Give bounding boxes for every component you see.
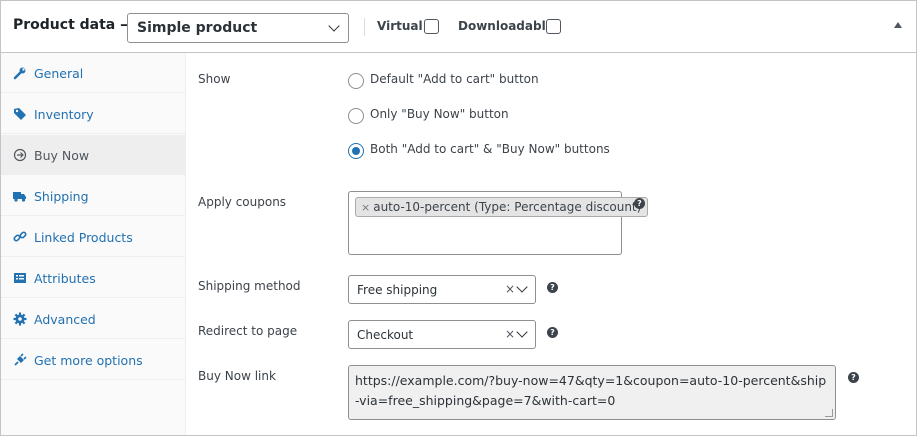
tab-label: Advanced bbox=[34, 312, 96, 327]
virtual-label: Virtual: bbox=[377, 19, 428, 33]
help-icon[interactable]: ? bbox=[547, 327, 558, 338]
product-data-panel: Product data — Simple product Virtual: D… bbox=[0, 0, 917, 436]
coupon-tag-text: auto-10-percent (Type: Percentage discou… bbox=[373, 200, 642, 214]
tab-general[interactable]: General bbox=[1, 53, 185, 93]
chevron-down-icon bbox=[516, 326, 528, 338]
clear-selection-icon[interactable]: × bbox=[505, 282, 515, 296]
header-divider bbox=[364, 18, 365, 36]
tab-attributes[interactable]: Attributes bbox=[1, 258, 185, 298]
tab-label: Attributes bbox=[34, 271, 96, 286]
remove-tag-icon[interactable]: × bbox=[361, 201, 370, 214]
downloadable-checkbox[interactable] bbox=[546, 19, 561, 34]
help-icon[interactable]: ? bbox=[547, 282, 558, 293]
shipping-method-label: Shipping method bbox=[198, 279, 301, 293]
gear-icon bbox=[13, 312, 27, 326]
show-option-default-radio[interactable] bbox=[348, 73, 364, 89]
tab-inventory[interactable]: Inventory bbox=[1, 94, 185, 134]
tab-label: General bbox=[34, 66, 84, 81]
coupon-tag: × auto-10-percent (Type: Percentage disco… bbox=[355, 197, 649, 217]
chevron-down-icon bbox=[328, 20, 340, 32]
tab-label: Linked Products bbox=[34, 230, 133, 245]
buy-now-link-textarea[interactable]: https://example.com/?buy-now=47&qty=1&co… bbox=[348, 365, 836, 420]
product-type-value: Simple product bbox=[137, 20, 258, 36]
show-option-buy-now-radio[interactable] bbox=[348, 108, 364, 124]
buy-now-link-label: Buy Now link bbox=[198, 369, 276, 383]
tab-label: Buy Now bbox=[34, 148, 90, 163]
truck-icon bbox=[13, 189, 27, 203]
tab-get-more-options[interactable]: Get more options bbox=[1, 340, 185, 380]
wrench-icon bbox=[13, 66, 27, 80]
tab-shipping[interactable]: Shipping bbox=[1, 176, 185, 216]
clear-selection-icon[interactable]: × bbox=[505, 327, 515, 341]
help-icon[interactable]: ? bbox=[634, 198, 645, 209]
chevron-down-icon bbox=[516, 281, 528, 293]
plugin-icon bbox=[13, 353, 27, 367]
product-data-header: Product data — Simple product Virtual: D… bbox=[1, 1, 916, 53]
show-option-both-label[interactable]: Both "Add to cart" & "Buy Now" buttons bbox=[370, 142, 610, 156]
shipping-method-value: Free shipping bbox=[357, 283, 438, 297]
tab-buy-now[interactable]: Buy Now bbox=[1, 135, 185, 175]
redirect-page-value: Checkout bbox=[357, 328, 414, 342]
panel-title: Product data — bbox=[13, 17, 135, 33]
collapse-toggle-icon[interactable] bbox=[894, 22, 902, 28]
shipping-method-select[interactable]: Free shipping × bbox=[348, 275, 536, 304]
virtual-checkbox[interactable] bbox=[424, 19, 439, 34]
show-option-default-label[interactable]: Default "Add to cart" button bbox=[370, 72, 539, 86]
tab-label: Get more options bbox=[34, 353, 143, 368]
buy-now-link-value: https://example.com/?buy-now=47&qty=1&co… bbox=[355, 373, 827, 408]
list-icon bbox=[13, 271, 27, 285]
redirect-page-select[interactable]: Checkout × bbox=[348, 320, 536, 349]
show-option-both-radio[interactable] bbox=[348, 143, 364, 159]
coupons-multiselect[interactable]: × auto-10-percent (Type: Percentage disco… bbox=[348, 191, 649, 255]
link-icon bbox=[13, 230, 27, 244]
product-type-select[interactable]: Simple product bbox=[127, 13, 349, 43]
resize-handle-icon[interactable] bbox=[825, 409, 833, 417]
tab-label: Shipping bbox=[34, 189, 89, 204]
show-label: Show bbox=[198, 72, 231, 86]
apply-coupons-label: Apply coupons bbox=[198, 195, 287, 209]
redirect-to-page-label: Redirect to page bbox=[198, 324, 298, 338]
tab-label: Inventory bbox=[34, 107, 94, 122]
help-icon[interactable]: ? bbox=[848, 372, 859, 383]
arrow-circle-icon bbox=[13, 148, 27, 162]
product-data-tabs: General Inventory Buy Now Shipping Linke… bbox=[1, 53, 186, 435]
show-option-buy-now-label[interactable]: Only "Buy Now" button bbox=[370, 107, 509, 121]
tab-linked-products[interactable]: Linked Products bbox=[1, 217, 185, 257]
downloadable-label: Downloadable: bbox=[458, 19, 559, 33]
tag-icon bbox=[13, 107, 27, 121]
tab-advanced[interactable]: Advanced bbox=[1, 299, 185, 339]
